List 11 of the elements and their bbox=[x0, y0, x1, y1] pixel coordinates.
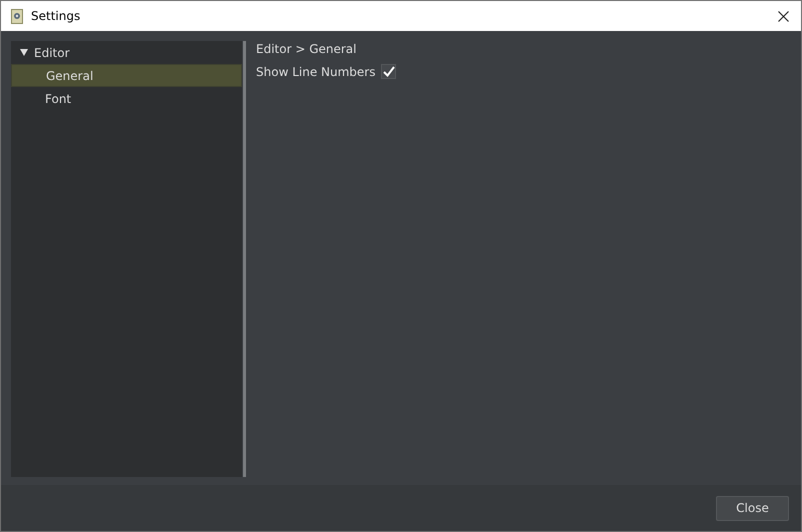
app-icon bbox=[11, 8, 23, 24]
close-button[interactable]: Close bbox=[716, 496, 789, 520]
tree-item[interactable]: General bbox=[11, 64, 242, 87]
tree-item[interactable]: Editor bbox=[11, 41, 242, 64]
window-title: Settings bbox=[31, 9, 82, 23]
breadcrumb: Editor > General bbox=[256, 42, 358, 56]
expand-arrow-icon[interactable] bbox=[20, 49, 28, 56]
option-label: Show Line Numbers bbox=[256, 64, 376, 78]
tree-item[interactable]: Font bbox=[11, 87, 242, 110]
checkbox[interactable] bbox=[381, 64, 396, 79]
close-icon[interactable] bbox=[778, 10, 789, 22]
